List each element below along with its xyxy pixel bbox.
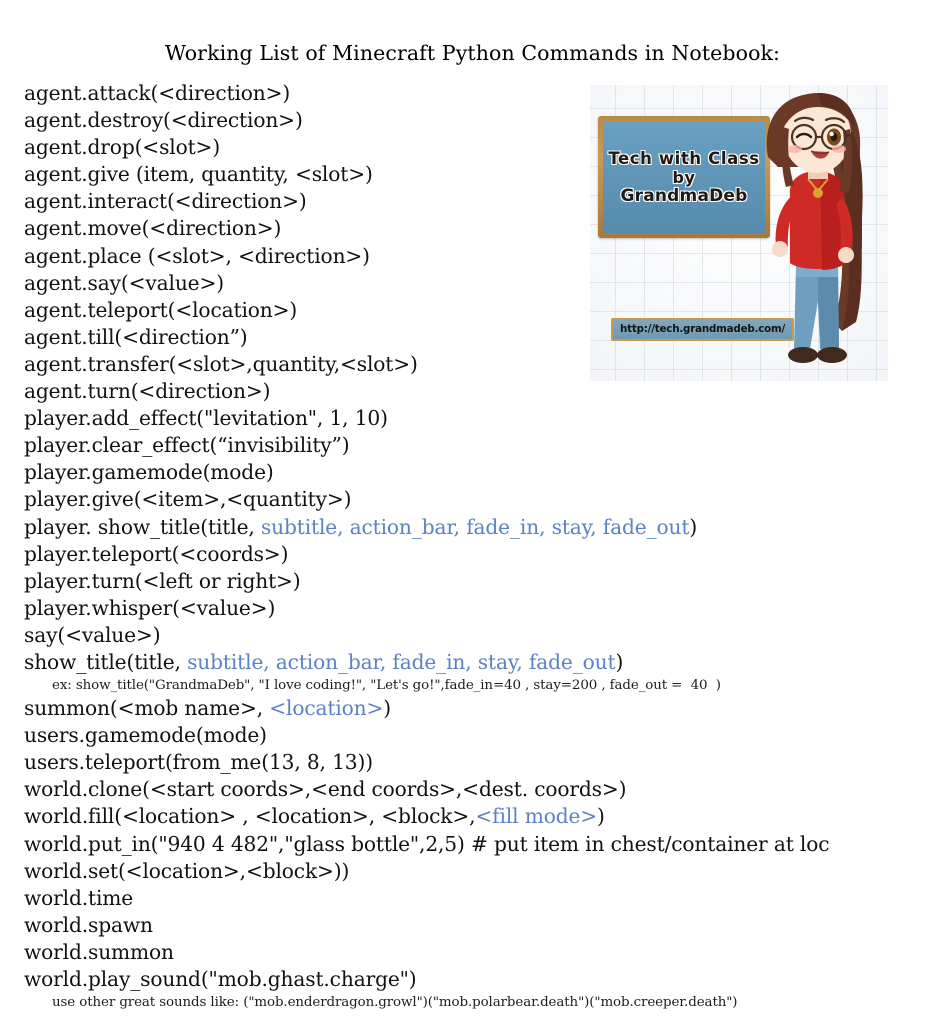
command-segment: agent.move(<direction>) — [24, 216, 282, 241]
command-line: world.time — [24, 885, 929, 912]
chalkboard-line-2: by — [672, 167, 696, 187]
chalkboard-line-1: Tech with Class — [608, 148, 760, 168]
command-segment: <location> — [263, 696, 384, 721]
command-line: player. show_title(title, subtitle, acti… — [24, 514, 929, 541]
command-segment: agent.attack(<direction>) — [24, 81, 291, 105]
command-segment: player.gamemode(mode) — [24, 460, 274, 485]
command-segment: show_title(title, — [24, 649, 181, 674]
command-segment: player.clear_effect(“invisibility”) — [24, 433, 350, 458]
command-segment: agent.teleport(<location>) — [24, 297, 298, 322]
command-line: player.give(<item>,<quantity>) — [24, 486, 929, 513]
command-segment: world.play_sound("mob.ghast.charge") — [24, 967, 417, 991]
command-line: player.turn(<left or right>) — [24, 568, 929, 595]
command-segment: agent.place (<slot>, <direction>) — [24, 243, 370, 268]
command-segment: world.time — [24, 885, 134, 910]
command-segment: say(<value>) — [24, 622, 161, 647]
command-note: use other great sounds like: ("mob.ender… — [24, 993, 929, 1012]
command-line: agent.turn(<direction>) — [24, 378, 929, 405]
command-segment: summon(<mob name>, — [24, 696, 263, 721]
command-segment: world.clone(<start coords>,<end coords>,… — [24, 777, 627, 802]
command-line: world.play_sound("mob.ghast.charge") — [24, 966, 929, 993]
command-segment: agent.turn(<direction>) — [24, 379, 271, 404]
command-segment: ) — [615, 649, 624, 674]
page-title: Working List of Minecraft Python Command… — [164, 40, 781, 65]
command-line: summon(<mob name>, <location>) — [24, 695, 929, 722]
command-line: world.clone(<start coords>,<end coords>,… — [24, 776, 929, 803]
command-segment: player.teleport(<coords>) — [24, 541, 289, 566]
command-line: player.add_effect("levitation", 1, 10) — [24, 405, 929, 432]
command-segment: subtitle, action_bar, fade_in, stay, fad… — [254, 514, 690, 539]
command-segment: player.give(<item>,<quantity>) — [24, 487, 352, 512]
command-segment: world.spawn — [24, 912, 153, 937]
command-segment: world.put_in("940 4 482","glass bottle",… — [24, 831, 830, 856]
command-segment: agent.till(<direction”) — [24, 324, 248, 349]
command-segment: subtitle, action_bar, fade_in, stay, fad… — [180, 649, 616, 674]
command-segment: users.gamemode(mode) — [24, 723, 267, 748]
command-segment: ex: show_title("GrandmaDeb", "I love cod… — [52, 678, 721, 694]
command-line: users.gamemode(mode) — [24, 722, 929, 749]
command-line: player.gamemode(mode) — [24, 459, 929, 486]
command-segment: world.fill(<location> , <location>, <blo… — [24, 804, 476, 829]
command-segment: player. show_title(title, — [24, 514, 255, 539]
command-line: player.whisper(<value>) — [24, 595, 929, 622]
command-line: player.teleport(<coords>) — [24, 541, 929, 568]
logo-url-plate: http://tech.grandmadeb.com/ — [611, 318, 795, 341]
command-line: world.put_in("940 4 482","glass bottle",… — [24, 831, 929, 858]
command-segment: world.summon — [24, 939, 174, 964]
command-segment: player.turn(<left or right>) — [24, 568, 301, 593]
command-segment: ) — [597, 804, 605, 829]
command-line: say(<value>) — [24, 622, 929, 649]
command-line: world.set(<location>,<block>)) — [24, 858, 929, 885]
command-segment: agent.transfer(<slot>,quantity,<slot>) — [24, 351, 418, 376]
command-line: world.fill(<location> , <location>, <blo… — [24, 803, 929, 830]
command-line: player.clear_effect(“invisibility”) — [24, 432, 929, 459]
command-segment: agent.destroy(<direction>) — [24, 108, 303, 133]
logo-url-text: http://tech.grandmadeb.com/ — [620, 323, 786, 335]
command-line: world.spawn — [24, 912, 929, 939]
command-segment: ) — [689, 514, 698, 539]
command-segment: world.set(<location>,<block>)) — [24, 858, 350, 883]
command-segment: player.add_effect("levitation", 1, 10) — [24, 406, 388, 431]
command-segment: agent.give (item, quantity, <slot>) — [24, 162, 373, 187]
command-segment: use other great sounds like: ("mob.ender… — [52, 995, 738, 1011]
command-segment: player.whisper(<value>) — [24, 595, 276, 620]
chalkboard-line-3: GrandmaDeb — [620, 185, 748, 206]
brand-logo: Tech with Class by GrandmaDeb http://tec… — [590, 85, 888, 381]
command-line: world.summon — [24, 939, 929, 966]
command-line: users.teleport(from_me(13, 8, 13)) — [24, 749, 929, 776]
command-segment: agent.interact(<direction>) — [24, 189, 307, 214]
command-line: show_title(title, subtitle, action_bar, … — [24, 649, 929, 676]
command-note: ex: show_title("GrandmaDeb", "I love cod… — [24, 676, 929, 695]
command-segment: agent.say(<value>) — [24, 270, 224, 295]
command-segment: agent.drop(<slot>) — [24, 135, 221, 160]
command-segment: <fill mode> — [475, 804, 598, 829]
command-segment: users.teleport(from_me(13, 8, 13)) — [24, 750, 373, 775]
command-segment: ) — [383, 696, 392, 721]
